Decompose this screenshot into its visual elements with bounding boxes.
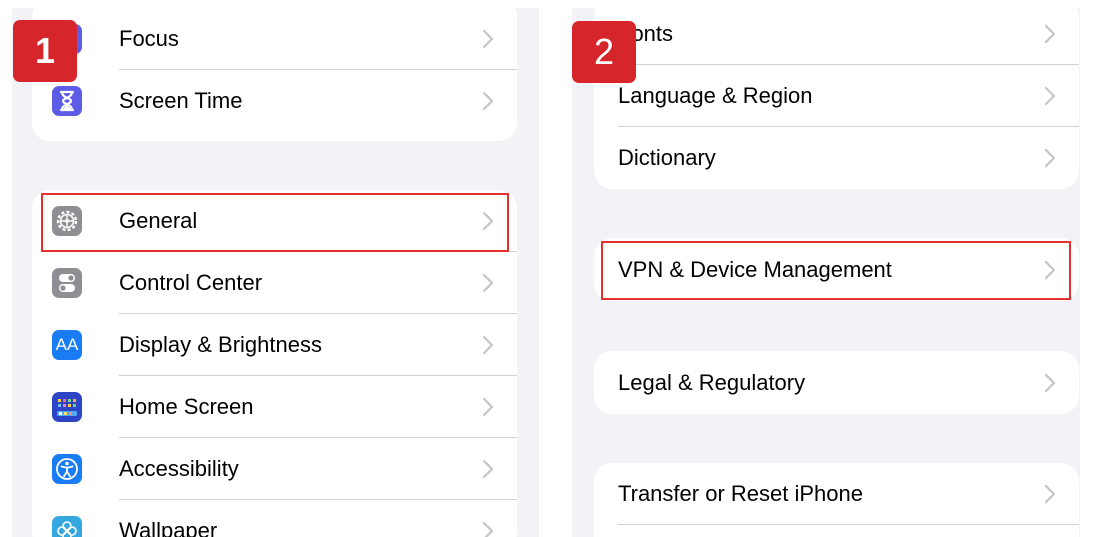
gear-icon <box>52 206 82 236</box>
chevron-right-icon <box>482 273 494 293</box>
settings-group-legal: Legal & Regulatory <box>594 351 1079 414</box>
settings-group-general: General Control Center AA Display & Brig… <box>32 190 517 537</box>
settings-row-label: Dictionary <box>618 145 716 170</box>
settings-group-focus: Focus Screen Time <box>32 8 517 141</box>
settings-row-label: Legal & Regulatory <box>618 369 806 395</box>
settings-row-label: Display & Brightness <box>119 332 322 357</box>
step-badge-2: 2 <box>572 21 636 83</box>
chevron-right-icon <box>1044 24 1056 44</box>
settings-panel-left: Focus Screen Time General Control Center <box>12 8 539 537</box>
step-badge-1: 1 <box>13 20 77 82</box>
toggles-icon <box>52 268 82 298</box>
settings-row-label: Focus <box>119 26 179 51</box>
chevron-right-icon <box>482 397 494 417</box>
settings-row-vpn-device-management[interactable]: VPN & Device Management <box>594 238 1079 301</box>
chevron-right-icon <box>1044 260 1056 279</box>
home-screen-icon <box>52 392 82 422</box>
settings-row-general[interactable]: General <box>32 190 517 252</box>
chevron-right-icon <box>482 29 494 49</box>
settings-row-legal-regulatory[interactable]: Legal & Regulatory <box>594 351 1079 414</box>
row-separator <box>618 524 1079 525</box>
hourglass-icon <box>52 86 82 116</box>
settings-row-wallpaper[interactable]: Wallpaper <box>32 500 517 537</box>
settings-panel-right: Fonts Language & Region Dictionary VPN &… <box>572 8 1080 537</box>
chevron-right-icon <box>482 521 494 537</box>
settings-row-dictionary[interactable]: Dictionary <box>594 127 1079 189</box>
settings-group-language: Fonts Language & Region Dictionary <box>594 8 1079 189</box>
settings-row-label: Language & Region <box>618 83 813 108</box>
chevron-right-icon <box>482 211 494 231</box>
settings-row-label: Accessibility <box>119 456 239 481</box>
settings-row-focus[interactable]: Focus <box>32 8 517 70</box>
settings-row-control-center[interactable]: Control Center <box>32 252 517 314</box>
flower-icon <box>52 516 82 537</box>
settings-row-display-brightness[interactable]: AA Display & Brightness <box>32 314 517 376</box>
text-size-icon: AA <box>52 330 82 360</box>
settings-row-label: Wallpaper <box>119 518 218 537</box>
settings-row-language-region[interactable]: Language & Region <box>594 65 1079 127</box>
chevron-right-icon <box>1044 484 1056 504</box>
settings-row-transfer-reset[interactable]: Transfer or Reset iPhone <box>594 463 1079 525</box>
chevron-right-icon <box>482 335 494 355</box>
chevron-right-icon <box>1044 373 1056 392</box>
settings-row-fonts[interactable]: Fonts <box>594 8 1079 65</box>
chevron-right-icon <box>1044 86 1056 106</box>
settings-row-accessibility[interactable]: Accessibility <box>32 438 517 500</box>
settings-row-label: Transfer or Reset iPhone <box>618 481 863 506</box>
accessibility-icon <box>52 454 82 484</box>
settings-group-transfer: Transfer or Reset iPhone <box>594 463 1079 537</box>
settings-group-vpn: VPN & Device Management <box>594 238 1079 301</box>
chevron-right-icon <box>482 91 494 111</box>
settings-row-label: Screen Time <box>119 88 243 113</box>
chevron-right-icon <box>1044 148 1056 168</box>
settings-row-screen-time[interactable]: Screen Time <box>32 70 517 132</box>
settings-row-label: Control Center <box>119 270 263 295</box>
settings-row-label: General <box>119 208 198 233</box>
settings-row-home-screen[interactable]: Home Screen <box>32 376 517 438</box>
settings-row-label: VPN & Device Management <box>618 256 892 282</box>
settings-row-label: Home Screen <box>119 394 254 419</box>
chevron-right-icon <box>482 459 494 479</box>
